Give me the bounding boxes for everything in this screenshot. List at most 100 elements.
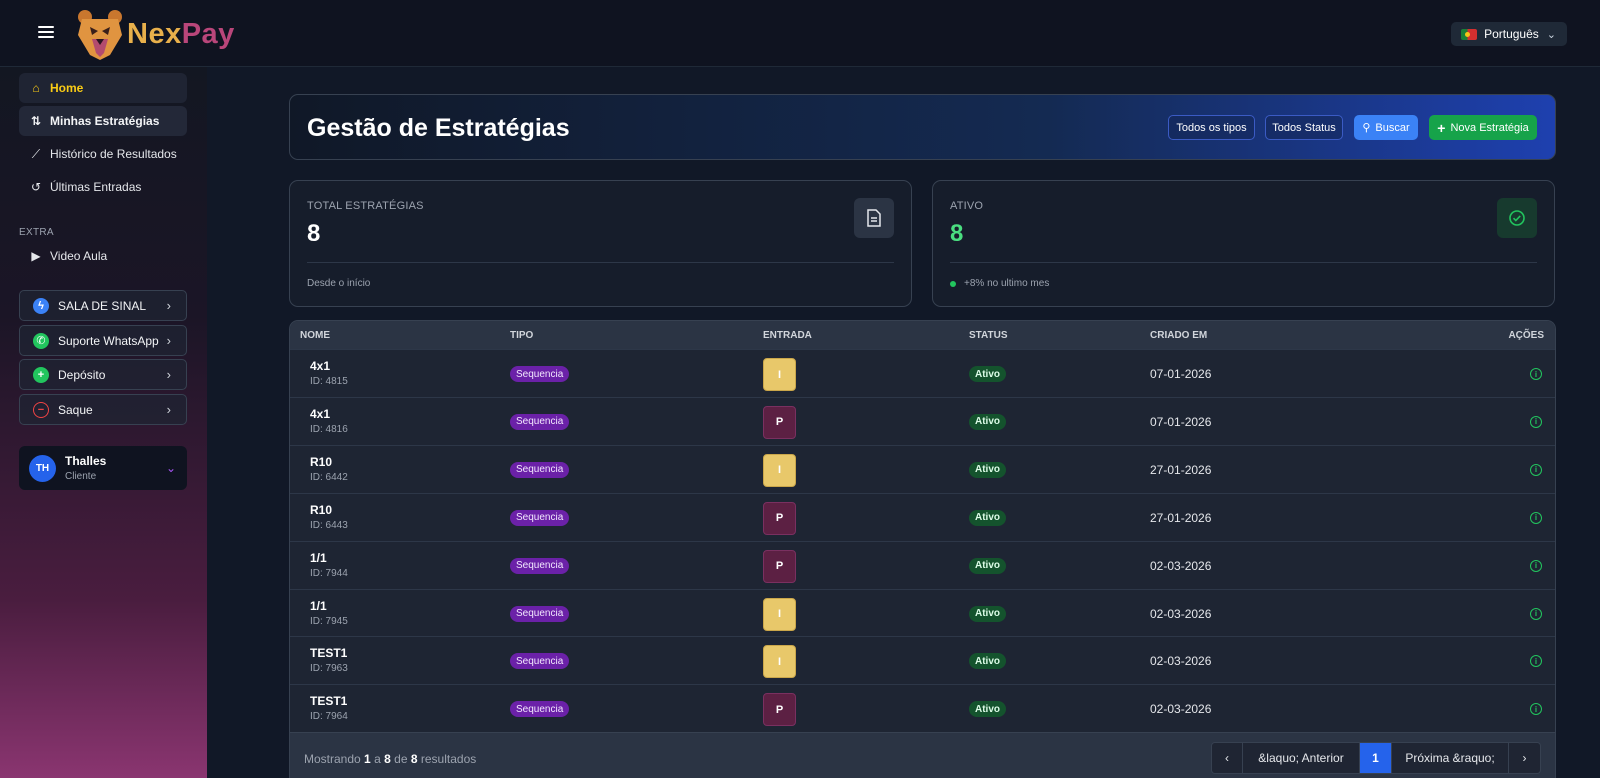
sidebar-item-strategies[interactable]: ⇅ Minhas Estratégias bbox=[19, 106, 187, 136]
status-filter-button[interactable]: Todos Status bbox=[1265, 115, 1343, 140]
column-header-actions: AÇÕES bbox=[1508, 330, 1544, 341]
status-badge: Ativo bbox=[969, 366, 1006, 382]
column-header-name[interactable]: NOME bbox=[300, 330, 330, 341]
type-badge: Sequencia bbox=[510, 366, 570, 382]
divider bbox=[950, 262, 1537, 263]
sidebar-item-home[interactable]: ⌂ Home bbox=[19, 73, 187, 103]
language-selector[interactable]: Português ⌄ bbox=[1451, 22, 1567, 46]
strategy-name-cell: 1/1 ID: 7945 bbox=[310, 599, 348, 627]
menu-icon[interactable] bbox=[38, 26, 54, 40]
previous-page-button[interactable]: &laquo; Anterior bbox=[1243, 743, 1360, 773]
history-icon: ↺ bbox=[30, 180, 42, 194]
stat-value: 8 bbox=[307, 220, 321, 247]
plus-icon: + bbox=[1437, 119, 1446, 136]
table-row[interactable]: R10 ID: 6442 Sequencia I Ativo 27-01-2026 i bbox=[290, 444, 1555, 493]
info-icon[interactable]: i bbox=[1530, 703, 1542, 716]
strategy-name: 4x1 bbox=[310, 406, 331, 421]
entry-badge: I bbox=[763, 597, 796, 631]
portugal-flag-icon bbox=[1461, 28, 1478, 40]
strategy-id: ID: 7944 bbox=[310, 567, 348, 579]
chevron-right-icon[interactable]: › bbox=[1509, 743, 1540, 773]
whatsapp-support-button[interactable]: ✆ Suporte WhatsApp › bbox=[19, 325, 187, 356]
column-header-entry[interactable]: ENTRADA bbox=[763, 330, 812, 341]
strategy-id: ID: 7963 bbox=[310, 663, 348, 675]
logo[interactable]: NexPay bbox=[76, 6, 235, 62]
table-row[interactable]: R10 ID: 6443 Sequencia P Ativo 27-01-2026 i bbox=[290, 492, 1555, 541]
sidebar-item-results-history[interactable]: ⟋ Histórico de Resultados bbox=[19, 139, 187, 169]
info-icon[interactable]: i bbox=[1530, 655, 1542, 668]
user-name: Thalles bbox=[65, 454, 107, 468]
stat-card-active: ATIVO 8 +8% no ultimo mes bbox=[932, 180, 1555, 307]
stat-card-total: TOTAL ESTRATÉGIAS 8 Desde o início bbox=[289, 180, 912, 307]
new-strategy-label: Nova Estratégia bbox=[1450, 121, 1529, 134]
pagination: ‹ &laquo; Anterior 1 Próxima &raquo; › bbox=[1211, 742, 1541, 774]
sidebar-item-label: Últimas Entradas bbox=[50, 180, 142, 194]
type-badge: Sequencia bbox=[510, 413, 570, 430]
stat-value: 8 bbox=[950, 220, 964, 247]
table-row[interactable]: 1/1 ID: 7945 Sequencia I Ativo 02-03-2026 i bbox=[290, 588, 1555, 637]
check-circle-icon bbox=[1497, 198, 1537, 238]
sidebar-item-last-entries[interactable]: ↺ Últimas Entradas bbox=[19, 172, 187, 202]
signal-room-button[interactable]: ϟ SALA DE SINAL › bbox=[19, 290, 187, 321]
info-icon[interactable]: i bbox=[1530, 511, 1542, 524]
column-header-type[interactable]: TIPO bbox=[510, 330, 533, 341]
new-strategy-button[interactable]: + Nova Estratégia bbox=[1429, 115, 1537, 140]
column-header-created[interactable]: CRIADO EM bbox=[1150, 330, 1207, 341]
strategy-id: ID: 6442 bbox=[310, 471, 348, 483]
search-button[interactable]: ⚲ Buscar bbox=[1354, 115, 1418, 140]
info-icon[interactable]: i bbox=[1530, 415, 1542, 428]
info-icon[interactable]: i bbox=[1530, 368, 1542, 380]
table-row[interactable]: TEST1 ID: 7964 Sequencia P Ativo 02-03-2026 i bbox=[290, 684, 1555, 732]
strategy-name-cell: 4x1 ID: 4816 bbox=[310, 407, 348, 435]
status-dot-icon bbox=[950, 280, 956, 287]
info-icon[interactable]: i bbox=[1530, 559, 1542, 572]
status-badge: Ativo bbox=[969, 605, 1006, 622]
user-menu[interactable]: TH Thalles Cliente ⌄ bbox=[19, 446, 187, 490]
strategy-name: TEST1 bbox=[310, 646, 348, 661]
info-icon[interactable]: i bbox=[1530, 463, 1542, 476]
whatsapp-support-label: Suporte WhatsApp bbox=[58, 333, 159, 348]
entry-badge: P bbox=[763, 501, 796, 535]
sidebar-item-label: Video Aula bbox=[50, 249, 108, 263]
deposit-button[interactable]: + Depósito › bbox=[19, 359, 187, 390]
status-badge: Ativo bbox=[969, 557, 1006, 574]
strategy-name-cell: R10 ID: 6442 bbox=[310, 455, 348, 483]
strategy-id: ID: 4815 bbox=[310, 376, 348, 387]
type-filter-button[interactable]: Todos os tipos bbox=[1168, 115, 1255, 140]
chart-line-icon: ⟋ bbox=[31, 146, 41, 161]
withdraw-label: Saque bbox=[58, 402, 93, 417]
column-header-status[interactable]: STATUS bbox=[969, 330, 1008, 341]
strategies-table: NOME TIPO ENTRADA STATUS CRIADO EM AÇÕES… bbox=[289, 320, 1556, 778]
status-badge: Ativo bbox=[969, 653, 1006, 670]
pagination-summary: Mostrando 1 a 8 de 8 resultados bbox=[304, 752, 477, 766]
chevron-left-icon[interactable]: ‹ bbox=[1212, 743, 1243, 773]
type-badge: Sequencia bbox=[510, 653, 570, 670]
avatar: TH bbox=[29, 454, 56, 482]
type-badge: Sequencia bbox=[510, 605, 570, 622]
created-date: 27-01-2026 bbox=[1150, 462, 1212, 477]
plus-circle-icon: + bbox=[33, 366, 49, 383]
stat-foot: Desde o início bbox=[307, 278, 371, 289]
table-row[interactable]: TEST1 ID: 7963 Sequencia I Ativo 02-03-2026 i bbox=[290, 636, 1555, 684]
user-role: Cliente bbox=[65, 471, 97, 482]
strategy-name: R10 bbox=[310, 454, 333, 469]
table-row[interactable]: 1/1 ID: 7944 Sequencia P Ativo 02-03-2026 i bbox=[290, 540, 1555, 589]
withdraw-button[interactable]: − Saque › bbox=[19, 394, 187, 425]
next-page-button[interactable]: Próxima &raquo; bbox=[1392, 743, 1509, 773]
strategy-name: 1/1 bbox=[310, 550, 327, 565]
stat-foot-text: +8% no ultimo mes bbox=[964, 278, 1050, 289]
strategies-icon: ⇅ bbox=[30, 114, 42, 128]
table-row[interactable]: 4x1 ID: 4815 Sequencia I Ativo 07-01-2026 i bbox=[290, 349, 1555, 397]
table-row[interactable]: 4x1 ID: 4816 Sequencia P Ativo 07-01-2026 i bbox=[290, 396, 1555, 445]
info-icon[interactable]: i bbox=[1530, 607, 1542, 620]
strategy-name: 4x1 bbox=[310, 359, 331, 373]
sidebar-item-video-lesson[interactable]: ▶ Video Aula bbox=[19, 241, 187, 271]
document-icon bbox=[854, 198, 894, 238]
entry-badge: I bbox=[763, 645, 796, 679]
top-bar: NexPay Português ⌄ bbox=[0, 0, 1600, 67]
strategy-name-cell: 4x1 ID: 4815 bbox=[310, 359, 348, 387]
page-1-button[interactable]: 1 bbox=[1360, 743, 1392, 773]
chevron-down-icon: ⌄ bbox=[165, 461, 176, 475]
strategy-id: ID: 4816 bbox=[310, 423, 348, 435]
strategy-name-cell: TEST1 ID: 7963 bbox=[310, 646, 348, 674]
